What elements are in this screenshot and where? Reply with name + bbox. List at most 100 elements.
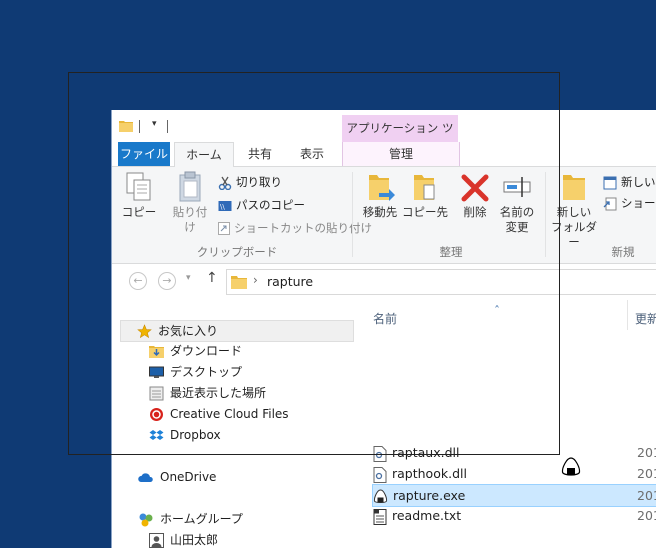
nav-label-desktop: デスクトップ [170, 365, 243, 379]
file-name: readme.txt [392, 508, 462, 523]
separator [167, 120, 168, 133]
nav-label-dropbox: Dropbox [170, 428, 221, 442]
file-row-rapthook[interactable]: rapthook.dll 201 [373, 463, 656, 484]
nav-item-creative-cloud[interactable]: Creative Cloud Files [149, 404, 289, 424]
address-bar-row: ← → ▾ ↑ › rapture [112, 264, 656, 300]
folder-icon [231, 276, 247, 289]
new-folder-icon [563, 175, 585, 200]
copy-to-label: コピー先 [402, 205, 448, 219]
nav-item-favorites[interactable]: お気に入り [120, 320, 354, 342]
tab-share[interactable]: 共有 [242, 142, 278, 166]
back-button[interactable]: ← [129, 272, 147, 290]
rename-label-1: 名前の [499, 205, 535, 219]
onigiri-cursor-icon [561, 457, 581, 476]
separator [139, 120, 140, 133]
onigiri-exe-icon [373, 489, 388, 503]
sort-ascending-icon: ˆ [494, 304, 500, 318]
breadcrumb-rapture[interactable]: rapture [267, 274, 313, 289]
file-row-rapture-selected[interactable]: rapture.exe 201 [372, 484, 656, 507]
file-list: 名前 ˆ 更新 raptaux.dll 201 rapthook.dll 201… [364, 300, 656, 548]
tab-file[interactable]: ファイル [118, 142, 170, 166]
cut-button[interactable]: 切り取り [218, 173, 282, 191]
nav-item-downloads[interactable]: ダウンロード [149, 341, 242, 361]
text-file-icon [373, 508, 387, 525]
new-item-button[interactable]: 新しい項 [603, 173, 656, 191]
recent-locations-dropdown[interactable]: ▾ [186, 273, 191, 283]
quick-access-dropdown-icon[interactable]: ▾ [152, 119, 157, 129]
file-date: 201 [637, 445, 656, 460]
move-folder-icon [369, 175, 395, 201]
easy-access-button[interactable]: ショート [603, 194, 656, 212]
star-icon [137, 324, 152, 339]
move-to-button[interactable]: 移動先 [358, 171, 402, 220]
file-row-readme[interactable]: readme.txt 201 [373, 505, 656, 526]
ribbon-tabs: ファイル ホーム 共有 表示 管理 [112, 142, 656, 168]
nav-item-onedrive[interactable]: OneDrive [138, 467, 216, 487]
nav-label-homegroup: ホームグループ [160, 512, 243, 526]
column-header-date[interactable]: 更新 [635, 310, 656, 327]
nav-item-user[interactable]: 山田太郎 [149, 530, 218, 548]
folder-icon[interactable] [119, 119, 133, 132]
copy-folder-icon [414, 175, 435, 200]
column-separator[interactable] [627, 300, 628, 330]
easy-access-icon [603, 197, 617, 210]
paste-icon [179, 171, 201, 202]
file-row-raptaux[interactable]: raptaux.dll 201 [373, 442, 656, 463]
nav-label-recent: 最近表示した場所 [170, 386, 267, 400]
copy-icon [126, 172, 151, 201]
navigation-pane: お気に入り ダウンロード デスクトップ 最近表示した場所 Creative Cl… [112, 300, 357, 548]
new-item-label: 新しい項 [621, 175, 656, 189]
contextual-tab-header: アプリケーション ツール [342, 115, 458, 162]
copy-label: コピー [121, 205, 157, 219]
nav-label-creative-cloud: Creative Cloud Files [170, 407, 289, 421]
nav-label-onedrive: OneDrive [160, 470, 217, 484]
ribbon: コピー 貼り付け 切り取り \\ パスのコピー ショートカットの貼り付け クリッ… [112, 167, 656, 264]
scissors-icon [218, 176, 232, 190]
nav-item-homegroup[interactable]: ホームグループ [138, 509, 243, 529]
file-date: 201 [637, 508, 656, 523]
paste-label: 貼り付け [172, 205, 208, 234]
tab-home[interactable]: ホーム [174, 142, 234, 168]
nav-label-favorites: お気に入り [158, 324, 219, 338]
downloads-folder-icon [149, 346, 164, 358]
rename-button[interactable]: 名前の 変更 [496, 171, 538, 235]
nav-item-dropbox[interactable]: Dropbox [149, 425, 221, 445]
onedrive-cloud-icon [138, 472, 153, 482]
new-group-label: 新規 [611, 245, 635, 259]
separator [352, 172, 353, 257]
file-name: raptaux.dll [392, 445, 460, 460]
rename-icon [503, 177, 531, 197]
nav-item-recent[interactable]: 最近表示した場所 [149, 383, 266, 403]
delete-button[interactable]: 削除 [456, 171, 494, 220]
forward-button[interactable]: → [158, 272, 176, 290]
paste-shortcut-button[interactable]: ショートカットの貼り付け [218, 219, 372, 237]
new-folder-button[interactable]: 新しい フォルダー [548, 171, 600, 250]
paste-button[interactable]: 貼り付け [168, 171, 212, 235]
clipboard-group-label: クリップボード [196, 245, 278, 259]
up-button[interactable]: ↑ [206, 270, 218, 286]
delete-x-icon [461, 174, 489, 202]
address-box[interactable]: › rapture [226, 269, 656, 295]
nav-item-desktop[interactable]: デスクトップ [149, 362, 242, 382]
tab-view[interactable]: 表示 [294, 142, 330, 166]
nav-label-downloads: ダウンロード [170, 344, 243, 358]
move-to-label: 移動先 [362, 205, 398, 219]
tab-manage[interactable]: 管理 [342, 142, 460, 166]
file-name: rapture.exe [393, 488, 466, 503]
dropbox-icon [149, 429, 164, 440]
rename-label-2: 変更 [505, 220, 529, 234]
creative-cloud-icon [150, 408, 163, 421]
title-bar: ▾ アプリケーション ツール [112, 110, 656, 162]
file-name: rapthook.dll [392, 466, 467, 481]
svg-text:\\: \\ [220, 203, 225, 211]
new-folder-label-1: 新しい [556, 205, 592, 219]
file-date: 201 [637, 488, 656, 503]
copy-to-button[interactable]: コピー先 [402, 171, 448, 220]
column-header-name[interactable]: 名前 [373, 310, 397, 327]
new-item-icon [603, 176, 617, 189]
dll-file-icon [373, 466, 387, 483]
copy-button[interactable]: コピー [120, 171, 158, 220]
delete-label: 削除 [463, 205, 487, 219]
copy-path-button[interactable]: \\ パスのコピー [218, 196, 305, 214]
homegroup-icon [139, 513, 153, 527]
